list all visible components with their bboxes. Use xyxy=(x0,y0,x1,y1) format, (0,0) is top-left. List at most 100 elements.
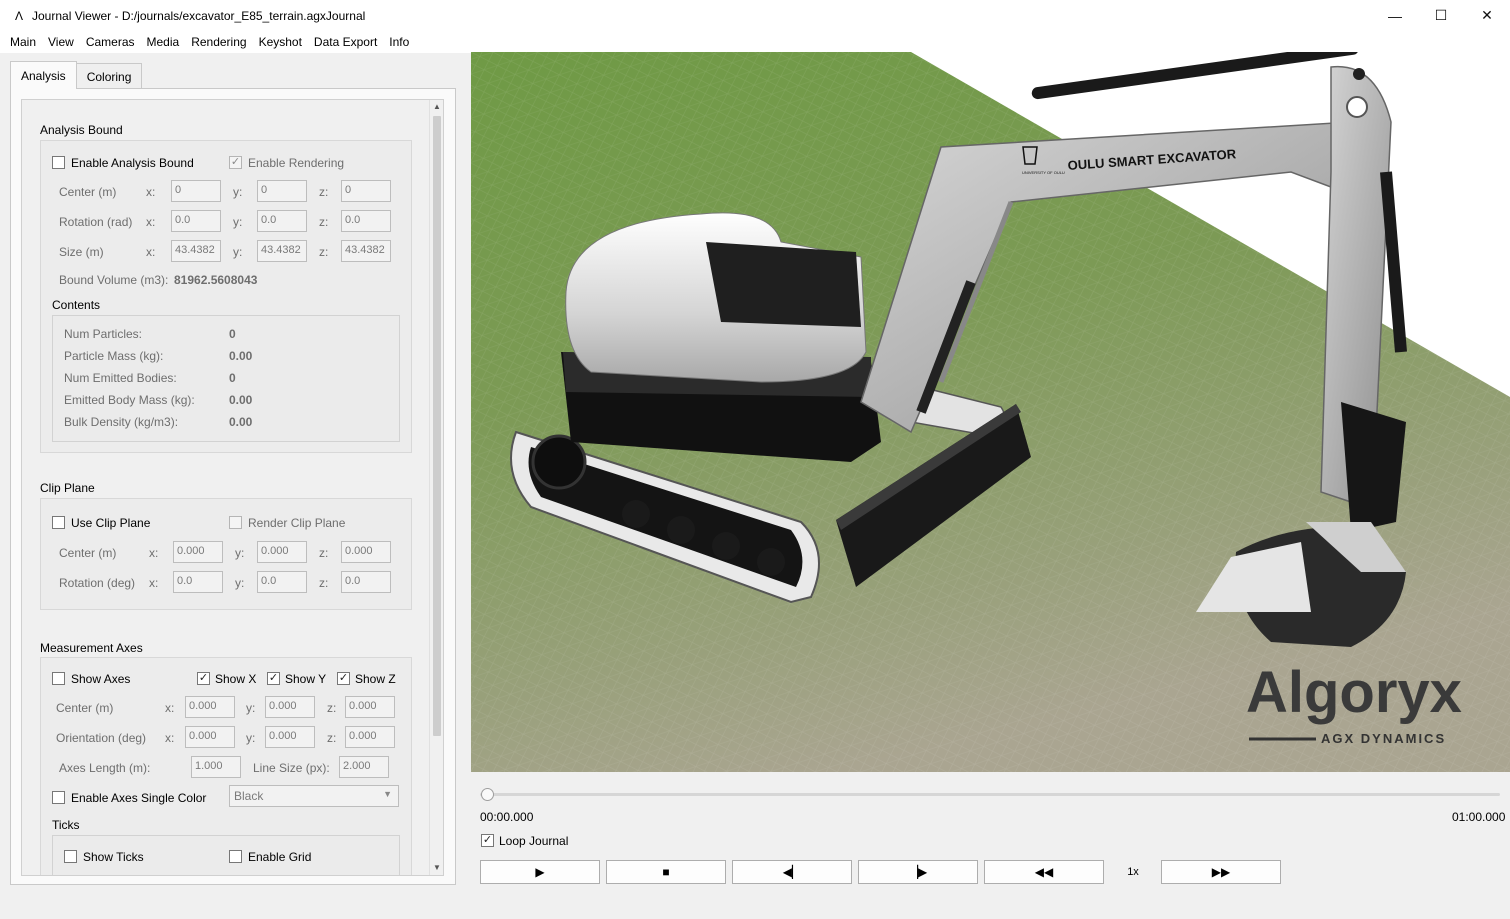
clip-center-z-field: 0.000 xyxy=(341,541,391,563)
show-ticks-label: Show Ticks xyxy=(83,850,144,864)
show-x-checkbox[interactable]: ✓ xyxy=(197,672,210,685)
play-button[interactable]: ▶ xyxy=(480,860,600,884)
num-emitted-bodies-value: 0 xyxy=(229,371,236,385)
line-size-label: Line Size (px): xyxy=(253,761,330,775)
show-z-checkbox[interactable]: ✓ xyxy=(337,672,350,685)
loop-journal-label: Loop Journal xyxy=(499,834,569,848)
axes-orientation-x-field: 0.000 xyxy=(185,726,235,748)
analysis-scroll-area[interactable]: Analysis Bound Enable Analysis Bound ✓ E… xyxy=(21,99,444,876)
enable-rendering-label: Enable Rendering xyxy=(248,156,345,170)
bound-center-y-field: 0 xyxy=(257,180,307,202)
bulk-density-label: Bulk Density (kg/m3): xyxy=(64,415,179,429)
menu-main[interactable]: Main xyxy=(4,31,42,53)
university-label-text: UNIVERSITY OF OULU xyxy=(1022,170,1065,175)
left-panel: Analysis Coloring Analysis Bound Enable … xyxy=(10,61,456,885)
scrollbar-thumb[interactable] xyxy=(433,116,441,736)
stop-icon: ■ xyxy=(662,865,670,879)
bound-volume-label: Bound Volume (m3): xyxy=(59,273,169,287)
menu-view[interactable]: View xyxy=(42,31,80,53)
bound-rotation-z-label: z: xyxy=(319,215,329,229)
time-end-label: 01:00.000 xyxy=(1452,810,1506,824)
enable-analysis-bound-checkbox[interactable] xyxy=(52,156,65,169)
bound-size-x-label: x: xyxy=(146,245,156,259)
menu-cameras[interactable]: Cameras xyxy=(80,31,141,53)
maximize-button[interactable]: ☐ xyxy=(1418,0,1464,31)
stop-button[interactable]: ■ xyxy=(606,860,726,884)
clip-rotation-z-field: 0.0 xyxy=(341,571,391,593)
show-y-label: Show Y xyxy=(285,672,327,686)
menu-media[interactable]: Media xyxy=(141,31,186,53)
bound-rotation-x-label: x: xyxy=(146,215,156,229)
bulk-density-value: 0.00 xyxy=(229,415,253,429)
3d-viewport[interactable]: OULU SMART EXCAVATOR UNIVERSITY OF OULU … xyxy=(471,52,1510,772)
axes-center-x-label: x: xyxy=(165,701,175,715)
clip-rotation-label: Rotation (deg) xyxy=(59,576,136,590)
measurement-axes-group: Show Axes ✓ Show X ✓ Show Y ✓ Show Z Cen… xyxy=(40,657,412,875)
tab-coloring[interactable]: Coloring xyxy=(75,63,143,89)
analysis-bound-title: Analysis Bound xyxy=(40,123,123,137)
axes-center-y-field: 0.000 xyxy=(265,696,315,718)
algoryx-logo-text: Algoryx xyxy=(1246,660,1462,725)
bound-size-x-field: 43.4382 xyxy=(171,240,221,262)
fast-forward-button[interactable]: ▶▶ xyxy=(1161,860,1281,884)
bound-size-y-field: 43.4382 xyxy=(257,240,307,262)
rewind-button[interactable]: ◀◀ xyxy=(984,860,1104,884)
scroll-up-icon[interactable]: ▲ xyxy=(430,100,443,114)
bound-volume-value: 81962.5608043 xyxy=(174,273,258,287)
close-button[interactable]: ✕ xyxy=(1464,0,1510,31)
rewind-icon: ◀◀ xyxy=(1034,865,1054,879)
contents-box: Num Particles: 0 Particle Mass (kg): 0.0… xyxy=(52,315,400,442)
show-ticks-checkbox[interactable] xyxy=(64,850,77,863)
axes-orientation-label: Orientation (deg) xyxy=(56,731,147,745)
chevron-down-icon: ▼ xyxy=(383,789,392,799)
show-axes-label: Show Axes xyxy=(71,672,131,686)
minimize-button[interactable]: — xyxy=(1372,0,1418,31)
axes-orientation-y-label: y: xyxy=(246,731,256,745)
bound-size-z-label: z: xyxy=(319,245,329,259)
step-back-button[interactable]: ◀▏ xyxy=(732,860,852,884)
vertical-scrollbar[interactable]: ▲ ▼ xyxy=(429,100,443,875)
bound-rotation-y-label: y: xyxy=(233,215,243,229)
scroll-down-icon[interactable]: ▼ xyxy=(430,861,443,875)
bound-rotation-label: Rotation (rad) xyxy=(59,215,133,229)
show-y-checkbox[interactable]: ✓ xyxy=(267,672,280,685)
fast-forward-icon: ▶▶ xyxy=(1211,865,1231,879)
timeline-slider[interactable] xyxy=(480,788,1500,801)
bound-size-label: Size (m) xyxy=(59,245,104,259)
clip-rotation-y-field: 0.0 xyxy=(257,571,307,593)
timeline-handle[interactable] xyxy=(481,788,494,801)
menu-rendering[interactable]: Rendering xyxy=(185,31,252,53)
emitted-body-mass-label: Emitted Body Mass (kg): xyxy=(64,393,195,407)
particle-mass-label: Particle Mass (kg): xyxy=(64,349,164,363)
clip-center-label: Center (m) xyxy=(59,546,117,560)
loop-journal-checkbox[interactable]: ✓ xyxy=(481,834,494,847)
axes-orientation-z-label: z: xyxy=(327,731,337,745)
show-axes-checkbox[interactable] xyxy=(52,672,65,685)
title-bar: Λ Journal Viewer - D:/journals/excavator… xyxy=(0,0,1510,31)
clip-center-x-label: x: xyxy=(149,546,159,560)
tab-analysis[interactable]: Analysis xyxy=(10,61,77,89)
app-icon: Λ xyxy=(14,8,23,23)
enable-analysis-bound-label: Enable Analysis Bound xyxy=(71,156,194,170)
render-clip-plane-checkbox xyxy=(229,516,242,529)
menu-data-export[interactable]: Data Export xyxy=(308,31,383,53)
num-emitted-bodies-label: Num Emitted Bodies: xyxy=(64,371,177,385)
particle-mass-value: 0.00 xyxy=(229,349,253,363)
analysis-tab-page: Analysis Bound Enable Analysis Bound ✓ E… xyxy=(10,88,456,885)
enable-grid-checkbox[interactable] xyxy=(229,850,242,863)
use-clip-plane-checkbox[interactable] xyxy=(52,516,65,529)
menu-info[interactable]: Info xyxy=(383,31,415,53)
axes-center-z-field: 0.000 xyxy=(345,696,395,718)
clip-center-y-label: y: xyxy=(235,546,245,560)
bound-center-y-label: y: xyxy=(233,185,243,199)
clip-plane-group: Use Clip Plane Render Clip Plane Center … xyxy=(40,498,412,610)
axes-orientation-z-field: 0.000 xyxy=(345,726,395,748)
step-forward-button[interactable]: ▕▶ xyxy=(858,860,978,884)
bound-size-y-label: y: xyxy=(233,245,243,259)
measurement-axes-title: Measurement Axes xyxy=(40,641,143,655)
step-back-icon: ◀▏ xyxy=(782,865,802,879)
axes-single-color-checkbox[interactable] xyxy=(52,791,65,804)
menu-keyshot[interactable]: Keyshot xyxy=(253,31,308,53)
bound-rotation-y-field: 0.0 xyxy=(257,210,307,232)
num-particles-label: Num Particles: xyxy=(64,327,143,341)
